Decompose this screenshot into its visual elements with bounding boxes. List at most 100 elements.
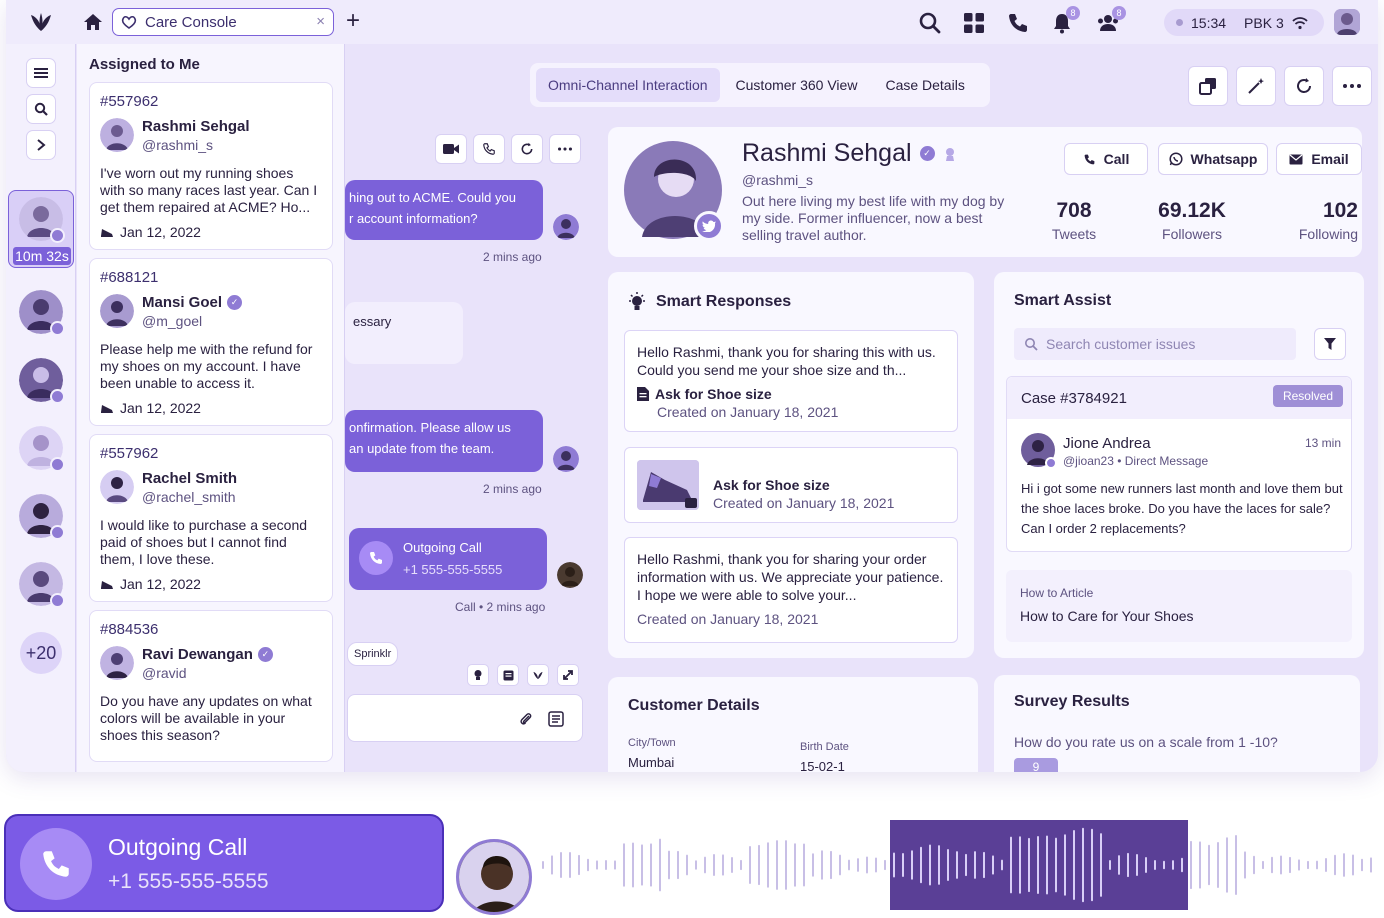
chat-more-button[interactable] xyxy=(549,134,581,164)
case-card[interactable]: #557962 Rashmi Sehgal @rashmi_s I've wor… xyxy=(89,82,333,250)
survey-results-panel: Survey Results How do you rate us on a s… xyxy=(994,675,1360,772)
waveform-bar xyxy=(1145,857,1147,873)
waveform-bar xyxy=(1217,842,1219,888)
conversation-avatar-2[interactable] xyxy=(19,358,65,404)
video-call-button[interactable] xyxy=(435,134,467,164)
case-date-row: Jan 12, 2022 xyxy=(100,576,322,592)
article-title: How to Care for Your Shoes xyxy=(1020,608,1194,624)
sprinklr-logo-icon xyxy=(533,671,543,680)
voice-call-button[interactable] xyxy=(473,134,505,164)
more-conversations-button[interactable]: +20 xyxy=(20,632,62,674)
transfer-button[interactable] xyxy=(1188,66,1228,106)
customer-name: Rashmi Sehgal xyxy=(142,118,250,135)
call-button[interactable]: Call xyxy=(1064,143,1148,175)
filter-button[interactable] xyxy=(1314,328,1346,360)
expand-button[interactable] xyxy=(26,130,56,160)
menu-button[interactable] xyxy=(26,58,56,88)
waveform-bar xyxy=(938,845,940,885)
waveform-bar xyxy=(1199,841,1201,889)
apps-grid-icon[interactable] xyxy=(962,11,986,35)
case-date-row: Jan 12, 2022 xyxy=(100,400,322,416)
email-button[interactable]: Email xyxy=(1276,143,1362,175)
resolved-badge: Resolved xyxy=(1272,385,1343,407)
response-doc-row: Ask for Shoe size xyxy=(637,385,945,403)
twitter-badge xyxy=(694,211,724,241)
inbox-title: Assigned to Me xyxy=(89,56,200,73)
refresh-button[interactable] xyxy=(1284,66,1324,106)
followers-stat: 69.12K Followers xyxy=(1142,199,1242,242)
message-compose-box[interactable] xyxy=(347,694,583,742)
new-tab-button[interactable]: + xyxy=(346,9,360,33)
profile-bio: Out here living my best life with my dog… xyxy=(742,193,1005,243)
whatsapp-button[interactable]: Whatsapp xyxy=(1158,143,1268,175)
case-message: I would like to purchase a second paid o… xyxy=(100,517,308,567)
email-icon xyxy=(1289,154,1303,164)
message-line: onfirmation. Please allow us xyxy=(349,420,511,435)
facebook-badge-icon xyxy=(50,321,65,336)
issues-search-input[interactable]: Search customer issues xyxy=(1014,328,1296,360)
tab-case-details[interactable]: Case Details xyxy=(873,68,976,102)
rail-search-button[interactable] xyxy=(26,94,56,124)
notifications-button[interactable]: 8 xyxy=(1050,6,1080,35)
how-to-article-card[interactable]: How to Article How to Care for Your Shoe… xyxy=(1006,570,1352,642)
call-audio-waveform xyxy=(542,820,1372,910)
waveform-bar xyxy=(830,850,832,880)
smart-response-card[interactable]: Ask for Shoe size Created on January 18,… xyxy=(624,447,958,523)
call-meta: Call • 2 mins ago xyxy=(455,600,546,614)
tab-omni-channel[interactable]: Omni-Channel Interaction xyxy=(536,68,720,102)
waveform-bar xyxy=(686,854,688,876)
team-button[interactable]: 8 xyxy=(1096,6,1126,35)
case-card[interactable]: #557962 Rachel Smith @rachel_smith I wou… xyxy=(89,434,333,602)
conversation-avatar-5[interactable] xyxy=(19,562,65,608)
outgoing-call-banner[interactable]: Outgoing Call +1 555-555-5555 xyxy=(4,814,444,912)
waveform-bar xyxy=(1361,858,1363,872)
waveform-bar xyxy=(1343,853,1345,877)
case-card[interactable]: #884536 Ravi Dewangan ✓ @ravid Do you ha… xyxy=(89,610,333,762)
birth-date-label: Birth Date xyxy=(800,741,849,753)
magic-wand-button[interactable] xyxy=(1236,66,1276,106)
notifications-badge: 8 xyxy=(1066,6,1080,20)
customer-name: Rachel Smith xyxy=(142,470,238,487)
waveform-bar xyxy=(1298,859,1300,871)
verified-icon: ✓ xyxy=(919,146,935,161)
user-avatar[interactable] xyxy=(1334,9,1360,35)
notes-button[interactable] xyxy=(497,664,519,686)
filter-icon xyxy=(1324,338,1336,350)
hamburger-icon xyxy=(34,68,48,78)
template-icon[interactable] xyxy=(548,711,564,727)
waveform-bar xyxy=(1307,860,1309,870)
conversation-avatar-1[interactable] xyxy=(19,290,65,336)
smart-responses-panel: Smart Responses Hello Rashmi, thank you … xyxy=(608,272,974,658)
phone-icon[interactable] xyxy=(1006,11,1030,35)
chat-refresh-button[interactable] xyxy=(511,134,543,164)
profile-photo xyxy=(624,141,724,241)
active-conversation[interactable]: 10m 32s xyxy=(8,190,74,268)
conversation-avatar-3[interactable] xyxy=(19,426,65,472)
customer-name: Mansi Goel xyxy=(142,294,223,311)
attachment-icon[interactable] xyxy=(520,711,532,727)
suggestion-button[interactable] xyxy=(467,664,489,686)
caller-face-icon xyxy=(459,842,529,912)
case-card[interactable]: #688121 Mansi Goel ✓ @m_goel Please help… xyxy=(89,258,333,426)
home-icon[interactable] xyxy=(82,11,104,33)
tab-care-console[interactable]: Care Console × xyxy=(112,8,334,36)
sprinklr-button[interactable] xyxy=(527,664,549,686)
sprinklr-logo-icon[interactable] xyxy=(28,11,54,33)
expand-compose-button[interactable] xyxy=(557,664,579,686)
search-icon[interactable] xyxy=(918,11,942,35)
tweets-value: 708 xyxy=(1056,199,1092,222)
related-case-card[interactable]: Case #3784921 Resolved Jione Andrea @jio… xyxy=(1006,376,1352,552)
brand-chip[interactable]: Sprinklr xyxy=(347,642,399,666)
smart-response-card[interactable]: Hello Rashmi, thank you for sharing this… xyxy=(624,330,958,432)
more-options-button[interactable] xyxy=(1332,66,1372,106)
tab-customer-360[interactable]: Customer 360 View xyxy=(724,68,870,102)
message-time: 2 mins ago xyxy=(483,250,542,264)
tab-close-icon[interactable]: × xyxy=(316,13,325,30)
smart-response-card[interactable]: Hello Rashmi, thank you for sharing your… xyxy=(624,537,958,643)
call-title: Outgoing Call xyxy=(108,834,248,860)
conversation-avatar-4[interactable] xyxy=(19,494,65,540)
phone-icon xyxy=(43,851,69,877)
search-icon xyxy=(1025,338,1038,351)
agent-status-pill[interactable]: 15:34 PBK 3 xyxy=(1164,9,1324,36)
outgoing-call-bubble[interactable]: Outgoing Call +1 555-555-5555 xyxy=(349,528,547,590)
